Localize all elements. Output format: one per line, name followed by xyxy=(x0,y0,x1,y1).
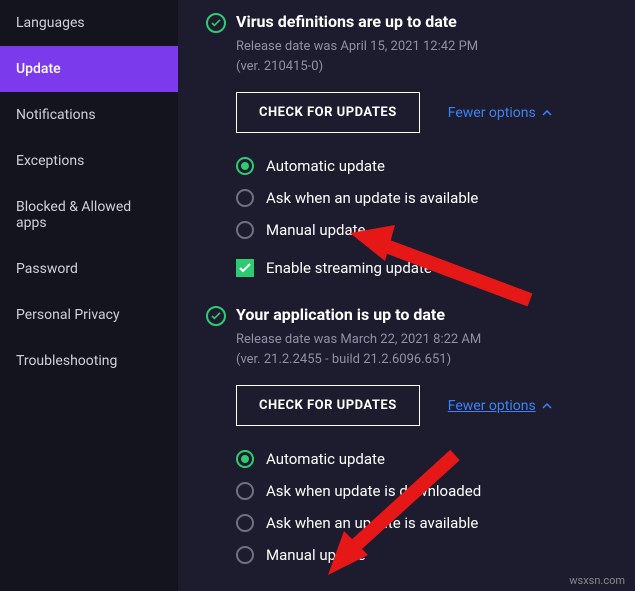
virus-definitions-section: Virus definitions are up to date Release… xyxy=(206,12,607,277)
chevron-up-icon xyxy=(542,110,552,116)
check-updates-button-virus[interactable]: CHECK FOR UPDATES xyxy=(236,92,420,133)
radio-icon xyxy=(236,450,254,468)
main-content: Virus definitions are up to date Release… xyxy=(178,0,635,591)
app-version: (ver. 21.2.2455 - build 21.2.6096.651) xyxy=(236,350,607,370)
fewer-options-link-app[interactable]: Fewer options xyxy=(448,398,552,414)
radio-icon xyxy=(236,189,254,207)
checkbox-icon xyxy=(236,259,254,277)
radio-ask-available-app[interactable]: Ask when an update is available xyxy=(236,514,607,532)
app-title: Your application is up to date xyxy=(236,305,445,324)
fewer-options-link-virus[interactable]: Fewer options xyxy=(448,105,552,121)
application-section: Your application is up to date Release d… xyxy=(206,305,607,564)
sidebar: Languages Update Notifications Exception… xyxy=(0,0,178,591)
virus-title: Virus definitions are up to date xyxy=(236,12,457,31)
virus-release-date: Release date was April 15, 2021 12:42 PM xyxy=(236,37,607,57)
check-circle-icon xyxy=(206,306,226,326)
radio-automatic-update-virus[interactable]: Automatic update xyxy=(236,157,607,175)
chevron-up-icon xyxy=(542,403,552,409)
radio-icon xyxy=(236,482,254,500)
app-release-date: Release date was March 22, 2021 8:22 AM xyxy=(236,330,607,350)
radio-manual-update-app[interactable]: Manual update xyxy=(236,546,607,564)
watermark: wsxsn.com xyxy=(569,574,625,587)
radio-icon xyxy=(236,221,254,239)
check-circle-icon xyxy=(206,13,226,33)
sidebar-item-languages[interactable]: Languages xyxy=(0,0,178,46)
check-updates-button-app[interactable]: CHECK FOR UPDATES xyxy=(236,385,420,426)
radio-automatic-update-app[interactable]: Automatic update xyxy=(236,450,607,468)
sidebar-item-notifications[interactable]: Notifications xyxy=(0,92,178,138)
virus-version: (ver. 210415-0) xyxy=(236,57,607,77)
sidebar-item-update[interactable]: Update xyxy=(0,46,178,92)
sidebar-item-personal-privacy[interactable]: Personal Privacy xyxy=(0,292,178,338)
sidebar-item-exceptions[interactable]: Exceptions xyxy=(0,138,178,184)
radio-icon xyxy=(236,546,254,564)
radio-icon xyxy=(236,514,254,532)
radio-ask-downloaded-app[interactable]: Ask when update is downloaded xyxy=(236,482,607,500)
sidebar-item-password[interactable]: Password xyxy=(0,246,178,292)
sidebar-item-troubleshooting[interactable]: Troubleshooting xyxy=(0,338,178,384)
radio-manual-update-virus[interactable]: Manual update xyxy=(236,221,607,239)
radio-ask-available-virus[interactable]: Ask when an update is available xyxy=(236,189,607,207)
sidebar-item-blocked-allowed[interactable]: Blocked & Allowed apps xyxy=(0,184,178,246)
radio-icon xyxy=(236,157,254,175)
checkbox-enable-streaming[interactable]: Enable streaming update xyxy=(236,259,607,277)
